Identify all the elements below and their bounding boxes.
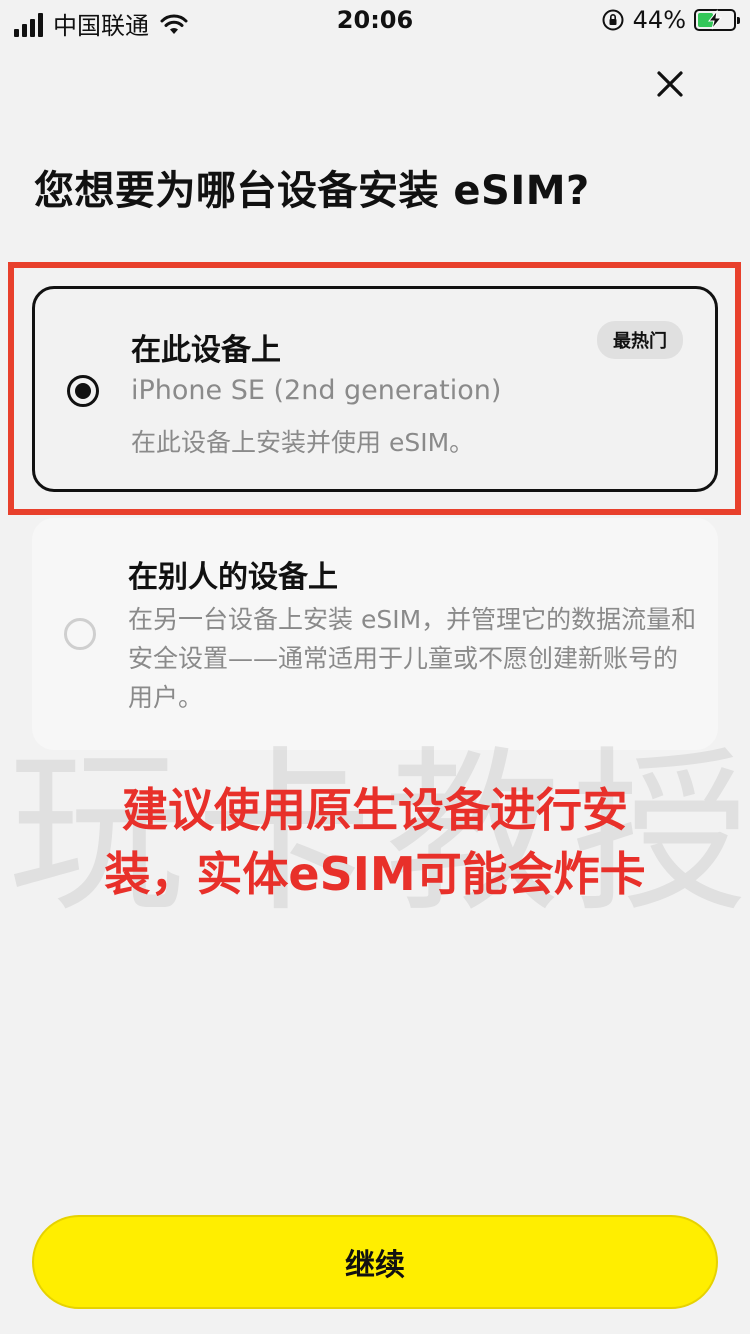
continue-button[interactable]: 继续	[32, 1215, 718, 1309]
battery-percent: 44%	[632, 6, 686, 34]
orientation-lock-icon	[602, 9, 624, 31]
option-title: 在别人的设备上	[128, 560, 338, 595]
annotation-line-1: 建议使用原生设备进行安	[122, 783, 628, 837]
device-name: iPhone SE (2nd generation)	[131, 375, 502, 406]
close-icon[interactable]	[650, 64, 690, 104]
option-this-device[interactable]: 在此设备上 iPhone SE (2nd generation) 在此设备上安装…	[32, 286, 718, 492]
popular-badge: 最热门	[597, 321, 683, 359]
annotation-text: 建议使用原生设备进行安 装，实体eSIM可能会炸卡	[30, 778, 720, 906]
radio-selected[interactable]	[67, 375, 99, 407]
option-title: 在此设备上	[131, 333, 281, 368]
screen: 中国联通 20:06 44% 您想要为哪台设备安装 eSIM? 在此设备上 iP…	[0, 0, 750, 1334]
status-right: 44%	[601, 6, 740, 34]
option-description: 在此设备上安装并使用 eSIM。	[131, 428, 475, 457]
page-title: 您想要为哪台设备安装 eSIM?	[34, 168, 590, 214]
annotation-line-2: 装，实体eSIM可能会炸卡	[104, 847, 646, 901]
radio-unselected[interactable]	[64, 618, 96, 650]
status-bar: 中国联通 20:06 44%	[0, 0, 750, 44]
battery-charging-icon	[694, 9, 740, 31]
